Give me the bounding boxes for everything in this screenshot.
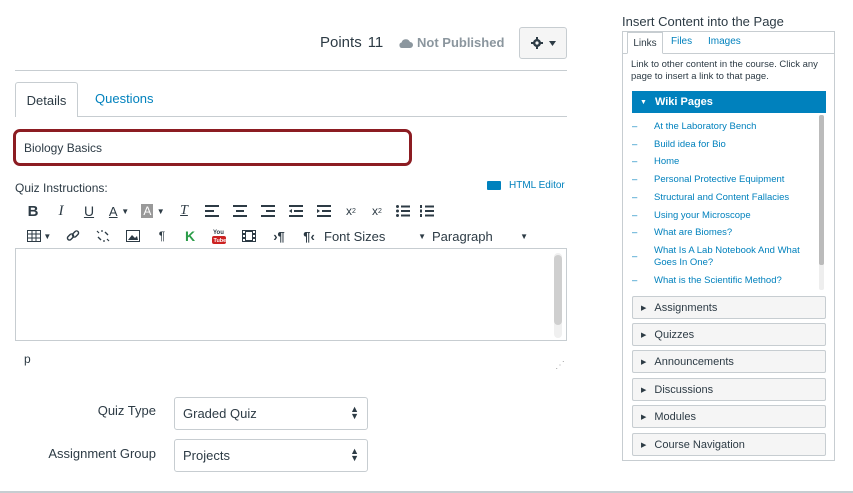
resize-handle-icon[interactable]: ⋰	[555, 360, 565, 371]
assignment-group-value: Projects	[183, 448, 230, 463]
points-value: 11	[367, 34, 384, 51]
media-icon[interactable]	[234, 226, 264, 246]
wiki-pages-list: – At the Laboratory Bench – Build idea for…	[632, 113, 826, 292]
cloud-icon	[399, 38, 413, 48]
caret-right-icon: ▶	[641, 358, 647, 366]
unlink-icon[interactable]	[88, 226, 118, 246]
italic-icon[interactable]: I	[46, 201, 76, 221]
editor-element-path: p	[24, 352, 31, 366]
editor-toolbar-2: ▼ ¶ K You Tube ›¶ ¶‹ Font Sizes ▼ Paragrap…	[20, 226, 528, 246]
tabs-divider	[15, 116, 567, 117]
paragraph-mark-icon[interactable]: ¶	[148, 226, 176, 246]
quiz-type-select[interactable]: Graded Quiz ▲ ▼	[174, 397, 368, 430]
caret-right-icon: ▶	[641, 304, 647, 312]
section-announcements[interactable]: ▶ Announcements	[632, 350, 826, 373]
outdent-icon[interactable]	[282, 201, 310, 221]
subscript-icon[interactable]: x2	[364, 201, 390, 221]
section-assignments[interactable]: ▶ Assignments	[632, 296, 826, 319]
font-sizes-dropdown[interactable]: Font Sizes ▼	[324, 226, 432, 246]
bold-icon[interactable]: B	[20, 201, 46, 221]
wiki-pages-header[interactable]: ▼ Wiki Pages	[632, 91, 826, 113]
html-editor-label: HTML Editor	[509, 180, 565, 191]
list-item[interactable]: – Personal Protective Equipment	[632, 174, 812, 186]
settings-menu-button[interactable]	[519, 27, 567, 59]
table-icon[interactable]: ▼	[20, 226, 58, 246]
underline-icon[interactable]: U	[76, 201, 102, 221]
section-course-navigation[interactable]: ▶ Course Navigation	[632, 433, 826, 456]
select-arrows-icon: ▲ ▼	[350, 446, 359, 463]
caret-right-icon: ▶	[641, 331, 647, 339]
caret-right-icon: ▶	[641, 413, 647, 421]
header-divider	[15, 70, 567, 71]
link-icon[interactable]	[58, 226, 88, 246]
caret-right-icon: ▶	[641, 441, 647, 449]
section-quizzes[interactable]: ▶ Quizzes	[632, 323, 826, 346]
numbered-list-icon[interactable]	[416, 201, 438, 221]
tab-questions[interactable]: Questions	[95, 91, 154, 106]
wiki-list-scrollbar[interactable]	[819, 115, 824, 290]
keyboard-icon	[487, 181, 501, 190]
bullet-list-icon[interactable]	[390, 201, 416, 221]
image-icon[interactable]	[118, 226, 148, 246]
background-color-icon[interactable]: A ▼	[136, 201, 170, 221]
clear-formatting-icon[interactable]: T	[170, 201, 198, 221]
align-center-icon[interactable]	[226, 201, 254, 221]
paragraph-dropdown[interactable]: Paragraph ▼	[432, 226, 528, 246]
text-color-icon[interactable]: A ▼	[102, 201, 136, 221]
align-left-icon[interactable]	[198, 201, 226, 221]
list-item[interactable]: – What Is A Lab Notebook And What Goes In…	[632, 245, 812, 269]
content-tabs: Links Files Images	[623, 32, 834, 54]
links-description: Link to other content in the course. Cli…	[631, 59, 818, 82]
section-discussions[interactable]: ▶ Discussions	[632, 378, 826, 401]
svg-text:Tube: Tube	[214, 238, 227, 244]
assignment-group-label: Assignment Group	[48, 446, 156, 461]
select-arrows-icon: ▲ ▼	[350, 404, 359, 421]
svg-text:You: You	[213, 230, 224, 236]
insert-content-title: Insert Content into the Page	[622, 14, 784, 29]
tab-details[interactable]: Details	[15, 82, 78, 117]
list-item[interactable]: – Structural and Content Fallacies	[632, 192, 812, 204]
rtl-icon[interactable]: ¶‹	[294, 226, 324, 246]
caret-right-icon: ▶	[641, 386, 647, 394]
ltr-icon[interactable]: ›¶	[264, 226, 294, 246]
list-item[interactable]: – What are Biomes?	[632, 227, 812, 239]
list-item[interactable]: – What is the Scientific Method?	[632, 275, 812, 287]
publish-status-text: Not Published	[417, 35, 505, 50]
points-label: Points	[320, 34, 362, 51]
wiki-pages-label: Wiki Pages	[654, 96, 713, 108]
quiz-title-input[interactable]: Biology Basics	[13, 129, 412, 166]
tab-images[interactable]: Images	[708, 36, 741, 47]
caret-down-icon	[548, 40, 556, 46]
quiz-type-label: Quiz Type	[97, 403, 156, 418]
quiz-type-value: Graded Quiz	[183, 406, 257, 421]
kaltura-icon[interactable]: K	[176, 226, 204, 246]
rich-text-editor[interactable]	[15, 248, 567, 341]
indent-icon[interactable]	[310, 201, 338, 221]
assignment-group-select[interactable]: Projects ▲ ▼	[174, 439, 368, 472]
align-right-icon[interactable]	[254, 201, 282, 221]
editor-scrollbar[interactable]	[554, 253, 562, 338]
gear-icon	[530, 37, 543, 49]
editor-toolbar-1: B I U A ▼ A ▼ T x2 x2	[20, 201, 438, 221]
publish-status: Not Published	[398, 35, 504, 50]
list-item[interactable]: – Using your Microscope	[632, 210, 812, 222]
section-modules[interactable]: ▶ Modules	[632, 405, 826, 428]
paragraph-label: Paragraph	[432, 228, 493, 244]
font-sizes-label: Font Sizes	[324, 228, 386, 244]
tab-links[interactable]: Links	[627, 32, 663, 54]
html-editor-link[interactable]: HTML Editor	[487, 180, 565, 191]
superscript-icon[interactable]: x2	[338, 201, 364, 221]
caret-down-icon: ▼	[640, 98, 647, 106]
insert-content-panel: Links Files Images Link to other content…	[622, 31, 835, 461]
youtube-icon[interactable]: You Tube	[204, 226, 234, 246]
list-item[interactable]: – Build idea for Bio	[632, 139, 812, 151]
list-item[interactable]: – At the Laboratory Bench	[632, 121, 812, 133]
tab-files[interactable]: Files	[671, 36, 692, 47]
quiz-instructions-label: Quiz Instructions:	[15, 181, 108, 195]
list-item[interactable]: – Home	[632, 156, 812, 168]
points-display: Points 11	[320, 34, 383, 51]
